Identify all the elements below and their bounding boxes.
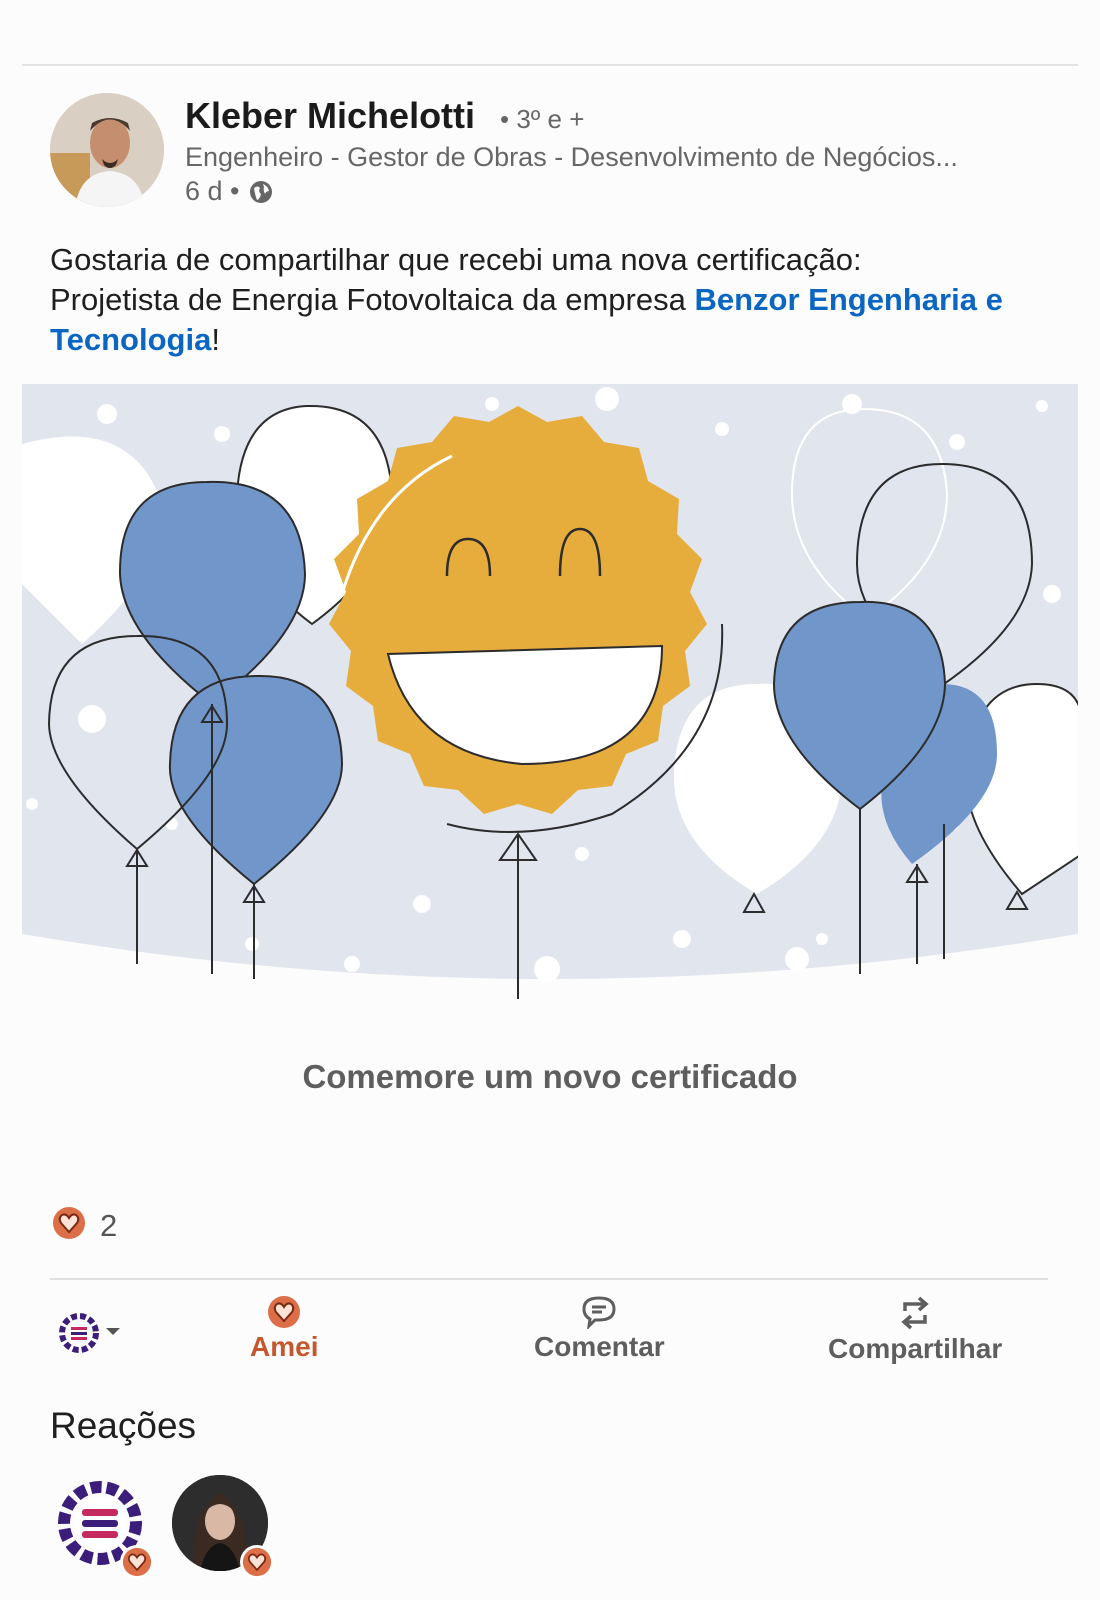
love-label: Amei [250, 1331, 319, 1362]
post-text-line1: Gostaria de compartilhar que recebi uma … [50, 242, 862, 277]
connection-degree: • 3º e + [500, 104, 585, 134]
love-badge-icon [240, 1545, 274, 1579]
actor-switcher[interactable] [56, 1310, 124, 1356]
comment-icon [582, 1296, 616, 1329]
chevron-down-icon [102, 1320, 124, 1347]
reactor-person[interactable] [172, 1475, 274, 1579]
post-body: Gostaria de compartilhar que recebi uma … [50, 240, 1050, 360]
comment-button[interactable]: Comentar [534, 1295, 665, 1363]
globe-icon [248, 179, 274, 205]
post-text-line2: Projetista de Energia Fotovoltaica da em… [50, 282, 695, 317]
post-time: 6 d • [185, 176, 240, 206]
post-text-end: ! [211, 322, 220, 357]
repost-icon [901, 1296, 929, 1330]
post-meta: 6 d • [185, 176, 274, 207]
author-headline: Engenheiro - Gestor de Obras - Desenvolv… [185, 142, 958, 172]
author-name[interactable]: Kleber Michelotti [185, 95, 475, 137]
celebration-banner[interactable] [22, 384, 1078, 1020]
top-divider [22, 64, 1078, 66]
celebration-illustration [22, 384, 1078, 999]
company-logo-icon [59, 1313, 99, 1353]
actions-divider [50, 1278, 1048, 1280]
reaction-summary[interactable]: 2 [52, 1206, 117, 1245]
reaction-count: 2 [100, 1207, 118, 1243]
card-caption: Comemore um novo certificado [302, 1058, 798, 1095]
love-button[interactable]: Amei [250, 1295, 318, 1363]
share-label: Compartilhar [828, 1333, 1003, 1364]
love-badge-icon [120, 1545, 154, 1579]
share-button[interactable]: Compartilhar [828, 1295, 1002, 1365]
action-bar: Amei Comentar Compartilhar [0, 1295, 1100, 1385]
comment-label: Comentar [534, 1331, 665, 1362]
love-icon [268, 1296, 301, 1328]
author-avatar[interactable] [50, 93, 164, 207]
reactor-company[interactable] [52, 1475, 154, 1579]
reactions-section-title: Reações [50, 1405, 197, 1446]
love-reaction-icon [52, 1206, 86, 1245]
